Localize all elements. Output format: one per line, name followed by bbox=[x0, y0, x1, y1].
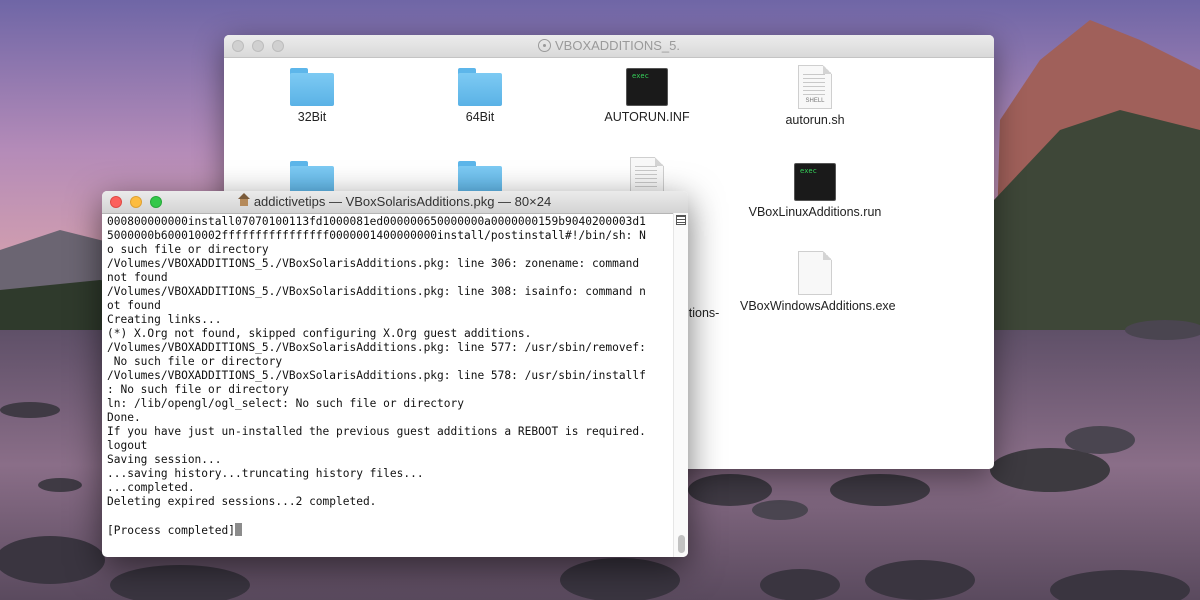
finder-titlebar[interactable]: VBOXADDITIONS_5. bbox=[224, 35, 994, 58]
terminal-line: ...saving history...truncating history f… bbox=[107, 467, 424, 480]
terminal-line: /Volumes/VBOXADDITIONS_5./VBoxSolarisAdd… bbox=[107, 369, 646, 382]
finder-item-64bit[interactable]: 64Bit bbox=[405, 68, 555, 124]
finder-item-label: VBoxWindowsAdditions.exe bbox=[740, 299, 896, 313]
terminal-titlebar[interactable]: addictivetips — VBoxSolarisAdditions.pkg… bbox=[102, 191, 688, 214]
terminal-line: Creating links... bbox=[107, 313, 222, 326]
folder-icon bbox=[458, 68, 502, 106]
terminal-line: No such file or directory bbox=[107, 355, 283, 368]
terminal-line: /Volumes/VBOXADDITIONS_5./VBoxSolarisAdd… bbox=[107, 257, 640, 270]
terminal-line: 5000000b600010002ffffffffffffffff0000001… bbox=[107, 229, 646, 242]
finder-item-label: AUTORUN.INF bbox=[604, 110, 690, 124]
finder-item-label: 64Bit bbox=[465, 110, 495, 124]
terminal-line: ot found bbox=[107, 299, 161, 312]
exec-icon: exec bbox=[626, 68, 668, 106]
terminal-line: not found bbox=[107, 271, 168, 284]
exec-icon: exec bbox=[794, 163, 836, 201]
terminal-line: 000800000000install07070100113fd1000081e… bbox=[107, 215, 646, 228]
terminal-line: : No such file or directory bbox=[107, 383, 289, 396]
terminal-line: o such file or directory bbox=[107, 243, 269, 256]
scrollbar-thumb[interactable] bbox=[678, 535, 685, 553]
terminal-line: Deleting expired sessions...2 completed. bbox=[107, 495, 377, 508]
terminal-line: logout bbox=[107, 439, 148, 452]
terminal-line: ...completed. bbox=[107, 481, 195, 494]
finder-item-autorun-inf[interactable]: exec AUTORUN.INF bbox=[572, 68, 722, 124]
terminal-line: /Volumes/VBOXADDITIONS_5./VBoxSolarisAdd… bbox=[107, 341, 646, 354]
text-cursor bbox=[234, 523, 242, 536]
finder-item-32bit[interactable]: 32Bit bbox=[237, 68, 387, 124]
disc-icon bbox=[538, 39, 551, 52]
terminal-prompt-line: [Process completed] bbox=[107, 523, 670, 537]
home-icon bbox=[237, 193, 250, 207]
terminal-line: (*) X.Org not found, skipped configuring… bbox=[107, 327, 532, 340]
finder-item-label: VBoxLinuxAdditions.run bbox=[748, 205, 882, 219]
finder-item-vboxwindowsadditions[interactable]: VBoxWindowsAdditions.exe bbox=[740, 251, 896, 313]
folder-icon bbox=[290, 68, 334, 106]
terminal-scrollbar[interactable] bbox=[673, 213, 688, 557]
terminal-window: addictivetips — VBoxSolarisAdditions.pkg… bbox=[102, 191, 688, 557]
terminal-line: ln: /lib/opengl/ogl_select: No such file… bbox=[107, 397, 464, 410]
terminal-line: If you have just un-installed the previo… bbox=[107, 425, 646, 438]
finder-item-vboxlinuxadditions[interactable]: exec VBoxLinuxAdditions.run bbox=[740, 163, 890, 219]
terminal-output[interactable]: 000800000000install07070100113fd1000081e… bbox=[107, 215, 670, 555]
terminal-line: /Volumes/VBOXADDITIONS_5./VBoxSolarisAdd… bbox=[107, 285, 646, 298]
finder-item-label: autorun.sh bbox=[785, 113, 845, 127]
finder-item-autorun-sh[interactable]: SHELL autorun.sh bbox=[740, 65, 890, 127]
terminal-line: Done. bbox=[107, 411, 141, 424]
finder-item-label-partial[interactable]: itions- bbox=[686, 306, 719, 320]
terminal-line: Saving session... bbox=[107, 453, 222, 466]
shell-doc-icon: SHELL bbox=[798, 65, 832, 109]
finder-item-label: 32Bit bbox=[297, 110, 327, 124]
terminal-title: addictivetips — VBoxSolarisAdditions.pkg… bbox=[102, 193, 688, 209]
process-completed-text: [Process completed] bbox=[107, 524, 235, 537]
scrollbar-marks-icon[interactable] bbox=[676, 215, 686, 225]
document-icon bbox=[798, 251, 832, 295]
finder-title: VBOXADDITIONS_5. bbox=[224, 38, 994, 53]
